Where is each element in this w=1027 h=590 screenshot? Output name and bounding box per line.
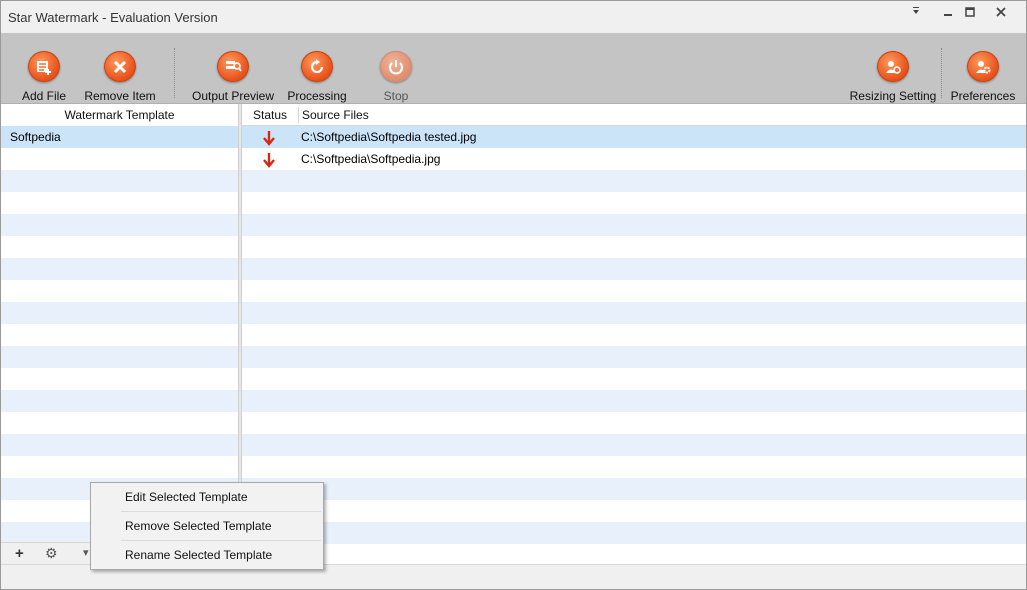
file-row[interactable]: C:\Softpedia\Softpedia.jpg (242, 148, 1026, 170)
empty-row (242, 500, 1026, 522)
red-down-arrow-icon (262, 148, 276, 170)
empty-row (242, 170, 1026, 192)
file-rows: C:\Softpedia\Softpedia tested.jpg C:\Sof… (242, 126, 1026, 566)
empty-row (242, 368, 1026, 390)
add-file-label: Add File (21, 89, 67, 103)
maximize-icon[interactable] (955, 3, 985, 21)
processing-icon (301, 51, 333, 82)
menu-arrow-icon[interactable] (901, 3, 931, 21)
empty-row (1, 368, 238, 390)
file-path: C:\Softpedia\Softpedia tested.jpg (301, 130, 477, 144)
empty-row (242, 258, 1026, 280)
empty-row (242, 522, 1026, 544)
empty-row (1, 236, 238, 258)
empty-row (1, 170, 238, 192)
edit-selected-template-item[interactable]: Edit Selected Template (91, 484, 323, 510)
empty-row (242, 236, 1026, 258)
empty-row (1, 412, 238, 434)
empty-row (242, 478, 1026, 500)
add-template-icon[interactable]: + (15, 545, 24, 562)
empty-row (1, 346, 238, 368)
empty-row (242, 390, 1026, 412)
empty-row (242, 324, 1026, 346)
toolbar: Add File Remove Item Output Preview Proc… (1, 33, 1026, 104)
gear-icon[interactable]: ⚙ (45, 545, 58, 562)
empty-row (1, 214, 238, 236)
preferences-label: Preferences (950, 89, 1016, 103)
stop-icon (380, 51, 412, 82)
remove-item-label: Remove Item (84, 89, 156, 103)
empty-row (242, 456, 1026, 478)
empty-row (1, 280, 238, 302)
output-preview-label: Output Preview (191, 89, 275, 103)
remove-selected-template-item[interactable]: Remove Selected Template (91, 513, 323, 539)
empty-row (1, 192, 238, 214)
template-name: Softpedia (10, 130, 61, 144)
app-window: Star Watermark - Evaluation Version Add … (0, 0, 1027, 590)
empty-row (1, 390, 238, 412)
add-file-button[interactable]: Add File (21, 33, 67, 103)
empty-row (242, 302, 1026, 324)
output-preview-button[interactable]: Output Preview (192, 33, 274, 103)
source-files-column-header[interactable]: Source Files (242, 104, 1026, 126)
add-file-icon (28, 51, 60, 82)
window-title: Star Watermark - Evaluation Version (8, 10, 218, 25)
red-down-arrow-icon (262, 126, 276, 148)
processing-button[interactable]: Processing (287, 33, 347, 103)
preferences-button[interactable]: Preferences (950, 33, 1016, 103)
empty-row (242, 412, 1026, 434)
stop-button[interactable]: Stop (374, 33, 418, 103)
empty-row (242, 214, 1026, 236)
empty-row (242, 434, 1026, 456)
processing-label: Processing (287, 89, 347, 103)
empty-row (1, 434, 238, 456)
stop-label: Stop (383, 89, 409, 103)
empty-row (1, 148, 238, 170)
empty-row (242, 544, 1026, 566)
empty-row (1, 258, 238, 280)
empty-row (1, 456, 238, 478)
empty-row (242, 280, 1026, 302)
title-bar: Star Watermark - Evaluation Version (1, 1, 1026, 33)
chevron-down-icon[interactable]: ▾ (83, 546, 89, 559)
remove-item-button[interactable]: Remove Item (83, 33, 157, 103)
resizing-setting-icon (877, 51, 909, 82)
resizing-setting-button[interactable]: Resizing Setting (849, 33, 937, 103)
toolbar-separator (174, 48, 175, 98)
preferences-icon (967, 51, 999, 82)
template-list: Watermark Template Softpedia (1, 104, 238, 544)
remove-icon (104, 51, 136, 82)
output-preview-icon (217, 51, 249, 82)
empty-row (1, 324, 238, 346)
file-row[interactable]: C:\Softpedia\Softpedia tested.jpg (242, 126, 1026, 148)
template-context-menu: Edit Selected Template Remove Selected T… (90, 482, 324, 570)
rename-selected-template-item[interactable]: Rename Selected Template (91, 542, 323, 568)
template-row[interactable]: Softpedia (1, 126, 238, 148)
menu-separator (121, 540, 321, 541)
empty-row (242, 346, 1026, 368)
empty-row (242, 192, 1026, 214)
menu-separator (121, 511, 321, 512)
empty-row (1, 302, 238, 324)
close-icon[interactable] (986, 3, 1016, 21)
file-path: C:\Softpedia\Softpedia.jpg (301, 152, 441, 166)
source-files-list: Status Source Files C:\Softpedia\Softped… (242, 104, 1026, 564)
resizing-setting-label: Resizing Setting (849, 89, 937, 103)
watermark-template-header[interactable]: Watermark Template (1, 104, 238, 127)
toolbar-separator (941, 48, 942, 98)
